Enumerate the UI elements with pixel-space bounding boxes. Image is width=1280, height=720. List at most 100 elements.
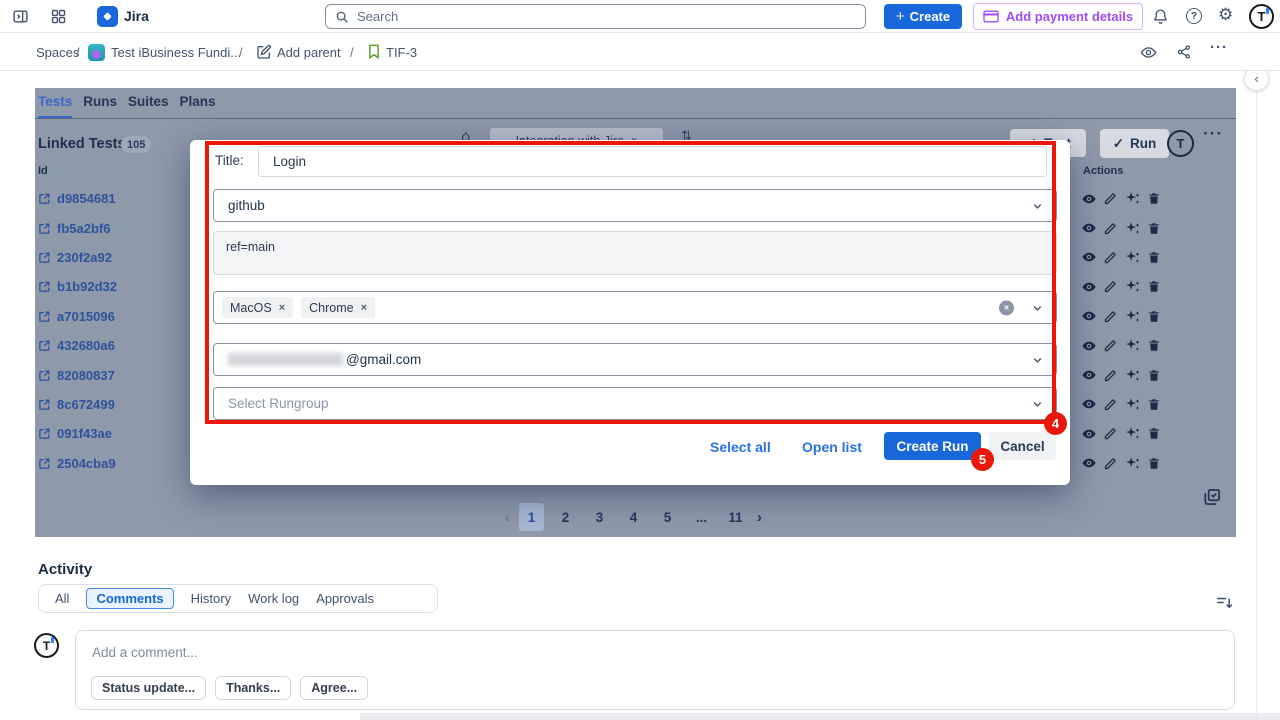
test-id-row[interactable]: d9854681 [38,184,117,213]
page-number[interactable]: 11 [723,503,748,531]
test-id-row[interactable]: 230f2a92 [38,243,117,272]
page-number[interactable]: 4 [621,503,646,531]
activity-tab[interactable]: All [55,591,69,606]
actions-list [1081,184,1161,478]
delete-trash-icon[interactable] [1147,279,1161,294]
previous-page-icon[interactable]: ‹ [505,509,510,526]
notifications-bell-icon[interactable] [1152,8,1169,25]
page-number[interactable]: ... [689,503,714,531]
ai-sparkle-icon[interactable] [1124,367,1141,384]
breadcrumb-spaces[interactable]: Spaces [36,45,79,60]
quick-reply-button[interactable]: Thanks... [215,676,291,700]
view-eye-icon[interactable] [1081,396,1097,412]
search-input[interactable]: Search [325,4,866,29]
delete-trash-icon[interactable] [1147,426,1161,441]
delete-trash-icon[interactable] [1147,456,1161,471]
delete-trash-icon[interactable] [1147,338,1161,353]
ai-sparkle-icon[interactable] [1124,337,1141,354]
test-id-row[interactable]: fb5a2bf6 [38,213,117,242]
view-eye-icon[interactable] [1081,191,1097,207]
page-number[interactable]: 1 [519,503,544,531]
ai-sparkle-icon[interactable] [1124,396,1141,413]
page-number[interactable]: 2 [553,503,578,531]
edit-pencil-icon[interactable] [1103,426,1118,441]
test-id-row[interactable]: 091f43ae [38,419,117,448]
watch-eye-icon[interactable] [1140,44,1157,61]
activity-tab[interactable]: Approvals [316,591,374,606]
test-id-row[interactable]: a7015096 [38,302,117,331]
test-id-row[interactable]: 8c672499 [38,390,117,419]
test-id-row[interactable]: b1b92d32 [38,272,117,301]
ai-sparkle-icon[interactable] [1124,425,1141,442]
breadcrumb-issue-key[interactable]: TIF-3 [386,45,417,60]
view-eye-icon[interactable] [1081,426,1097,442]
ai-sparkle-icon[interactable] [1124,220,1141,237]
test-id-row[interactable]: 82080837 [38,360,117,389]
settings-gear-icon[interactable]: ⚙ [1218,7,1233,24]
panel-tab[interactable]: Runs [83,88,117,118]
edit-pencil-icon[interactable] [1103,250,1118,265]
sidebar-toggle-icon[interactable] [12,8,29,25]
quick-reply-button[interactable]: Agree... [300,676,368,700]
ai-sparkle-icon[interactable] [1124,308,1141,325]
breadcrumb-project[interactable]: Test iBusiness Fundi... [111,45,241,60]
test-id-row[interactable]: 2504cba9 [38,449,117,478]
delete-trash-icon[interactable] [1147,191,1161,206]
help-icon[interactable]: ? [1186,8,1202,24]
edit-pencil-icon[interactable] [1103,279,1118,294]
ai-sparkle-icon[interactable] [1124,190,1141,207]
user-avatar[interactable]: T [1249,4,1274,29]
ai-sparkle-icon[interactable] [1124,278,1141,295]
edit-pencil-icon[interactable] [1103,309,1118,324]
page-number[interactable]: 5 [655,503,680,531]
view-eye-icon[interactable] [1081,455,1097,471]
jira-logo-icon[interactable] [97,6,118,27]
edit-pencil-icon[interactable] [1103,191,1118,206]
more-options-icon[interactable]: ··· [1203,124,1223,144]
activity-tab[interactable]: History [191,591,231,606]
share-icon[interactable] [1176,44,1192,60]
activity-tab[interactable]: Comments [86,588,173,609]
bulk-select-icon[interactable] [1202,487,1222,507]
panel-tab[interactable]: Tests [38,88,72,118]
page-number[interactable]: 3 [587,503,612,531]
app-name[interactable]: Jira [124,8,149,24]
ai-sparkle-icon[interactable] [1124,249,1141,266]
run-button[interactable]: ✓ Run [1100,129,1169,158]
comment-box[interactable]: Add a comment... Status update...Thanks.… [75,630,1235,710]
select-all-link[interactable]: Select all [710,439,771,455]
delete-trash-icon[interactable] [1147,368,1161,383]
test-id-row[interactable]: 432680a6 [38,331,117,360]
edit-pencil-icon[interactable] [1103,338,1118,353]
more-actions-icon[interactable]: ··· [1210,39,1228,56]
breadcrumb-add-parent[interactable]: Add parent [277,45,341,60]
next-page-icon[interactable]: › [757,509,762,526]
testomatio-logo-icon[interactable]: T [1167,130,1194,157]
delete-trash-icon[interactable] [1147,397,1161,412]
view-eye-icon[interactable] [1081,220,1097,236]
create-button[interactable]: + Create [884,4,962,29]
panel-tab[interactable]: Suites [128,88,169,118]
view-eye-icon[interactable] [1081,308,1097,324]
panel-tab[interactable]: Plans [180,88,216,118]
quick-reply-button[interactable]: Status update... [91,676,206,700]
sort-order-icon[interactable] [1215,593,1234,612]
edit-pencil-icon[interactable] [1103,221,1118,236]
delete-trash-icon[interactable] [1147,221,1161,236]
delete-trash-icon[interactable] [1147,309,1161,324]
delete-trash-icon[interactable] [1147,250,1161,265]
cancel-button[interactable]: Cancel [989,432,1056,460]
create-run-button[interactable]: Create Run [884,432,981,460]
edit-pencil-icon[interactable] [1103,368,1118,383]
view-eye-icon[interactable] [1081,338,1097,354]
activity-tab[interactable]: Work log [248,591,299,606]
view-eye-icon[interactable] [1081,367,1097,383]
view-eye-icon[interactable] [1081,279,1097,295]
app-switcher-icon[interactable] [50,8,67,25]
edit-pencil-icon[interactable] [1103,397,1118,412]
view-eye-icon[interactable] [1081,249,1097,265]
add-payment-details-button[interactable]: Add payment details [973,3,1143,30]
open-list-link[interactable]: Open list [802,439,862,455]
ai-sparkle-icon[interactable] [1124,455,1141,472]
edit-pencil-icon[interactable] [1103,456,1118,471]
